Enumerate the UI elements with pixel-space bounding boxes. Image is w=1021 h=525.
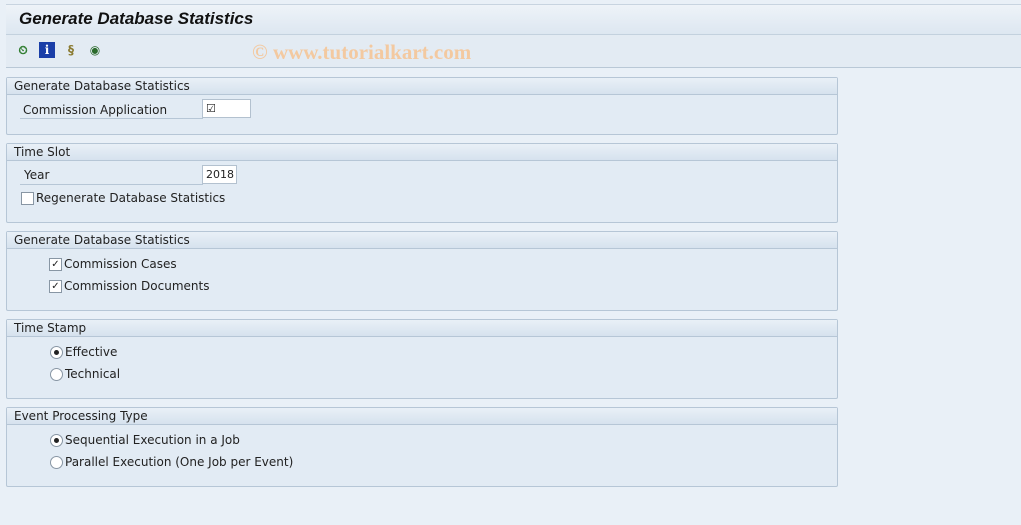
regenerate-label: Regenerate Database Statistics (36, 191, 226, 205)
watermark: © www.tutorialkart.com (252, 40, 472, 64)
execute-clock-icon[interactable]: ⏲ (15, 42, 31, 58)
technical-label: Technical (65, 367, 121, 381)
effective-radio[interactable] (50, 345, 63, 359)
panel-header: Generate Database Statistics (7, 232, 837, 249)
title-bar: Generate Database Statistics (6, 4, 1021, 35)
year-input[interactable]: 2018 (202, 165, 237, 184)
commission-documents-label: Commission Documents (64, 279, 210, 293)
panel-header: Generate Database Statistics (7, 78, 837, 95)
info-icon[interactable]: i (39, 42, 55, 58)
panel-header: Event Processing Type (7, 408, 837, 425)
parallel-label: Parallel Execution (One Job per Event) (65, 455, 294, 469)
commission-cases-label: Commission Cases (64, 257, 177, 271)
panel-generate-stats: Generate Database Statistics Commission … (6, 77, 838, 135)
year-label: Year (24, 168, 50, 182)
commission-application-label: Commission Application (23, 103, 168, 117)
page-title: Generate Database Statistics (19, 9, 254, 28)
technical-radio[interactable] (50, 367, 63, 381)
panel-generate-stats-2: Generate Database Statistics ✓ Commission… (6, 231, 838, 311)
panel-header: Time Stamp (7, 320, 837, 337)
panel-header: Time Slot (7, 144, 837, 161)
panel-time-slot: Time Slot Year 2018 Regenerate Database … (6, 143, 838, 223)
commission-application-field[interactable]: ☑ (202, 99, 251, 118)
regenerate-checkbox-row[interactable]: Regenerate Database Statistics (21, 189, 225, 207)
find-icon[interactable]: ◉ (87, 42, 103, 58)
scroll-variant-icon[interactable]: § (63, 42, 79, 58)
effective-label: Effective (65, 345, 118, 359)
commission-cases-checkbox[interactable]: ✓ (49, 257, 62, 271)
sequential-label: Sequential Execution in a Job (65, 433, 240, 447)
parallel-radio[interactable] (50, 455, 63, 469)
commission-documents-checkbox[interactable]: ✓ (49, 279, 62, 293)
panel-event-processing: Event Processing Type Sequential Executi… (6, 407, 838, 487)
panel-time-stamp: Time Stamp Effective Technical (6, 319, 838, 399)
regenerate-checkbox[interactable] (21, 191, 34, 205)
sequential-radio[interactable] (50, 433, 63, 447)
toolbar: ⏲ i § ◉ © www.tutorialkart.com (6, 35, 1021, 68)
